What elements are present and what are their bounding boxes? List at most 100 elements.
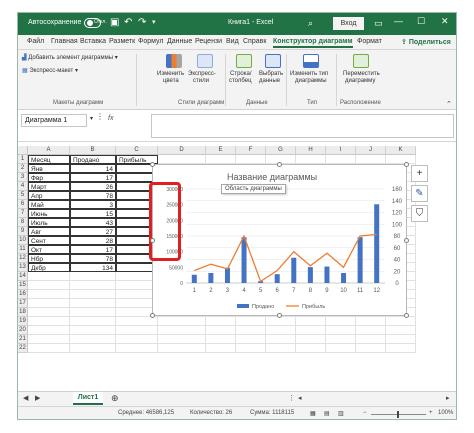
cell[interactable] xyxy=(28,344,70,353)
column-header-f[interactable]: F xyxy=(236,146,266,155)
cell[interactable] xyxy=(70,308,116,317)
cell[interactable] xyxy=(116,326,158,335)
zoom-level[interactable]: 100% xyxy=(438,410,453,416)
cell[interactable] xyxy=(326,317,356,326)
cell[interactable]: 78 xyxy=(70,191,116,200)
cell[interactable] xyxy=(158,335,206,344)
close-icon[interactable]: ✕ xyxy=(441,16,449,27)
quick-styles-button[interactable]: Экспресс- xyxy=(188,71,216,77)
cell[interactable] xyxy=(296,326,326,335)
cell[interactable] xyxy=(236,326,266,335)
chart-filters-button[interactable]: ⛉ xyxy=(411,205,428,222)
cell[interactable]: Март xyxy=(28,182,70,191)
row-header-4[interactable]: 4 xyxy=(18,182,28,191)
cell[interactable] xyxy=(70,344,116,353)
cell[interactable]: 14 xyxy=(70,164,116,173)
cell[interactable] xyxy=(70,326,116,335)
cell[interactable] xyxy=(236,155,266,164)
change-chart-type-button[interactable]: Изменить тип xyxy=(290,71,328,77)
cell[interactable] xyxy=(386,344,416,353)
move-chart-button[interactable]: Переместить xyxy=(343,71,380,77)
cell[interactable] xyxy=(356,155,386,164)
cell[interactable]: 17 xyxy=(70,245,116,254)
column-header-d[interactable]: D xyxy=(158,146,206,155)
sheet-tab[interactable]: Лист1 xyxy=(73,392,103,405)
tab-layout[interactable]: Разметк xyxy=(109,38,135,45)
autosave-toggle[interactable]: Откл. xyxy=(84,18,107,28)
cell[interactable]: Окт xyxy=(28,245,70,254)
row-header-21[interactable]: 21 xyxy=(18,335,28,344)
zoom-in-button[interactable]: + xyxy=(429,410,433,416)
row-header-5[interactable]: 5 xyxy=(18,191,28,200)
cell[interactable] xyxy=(386,317,416,326)
cell[interactable]: 15 xyxy=(70,209,116,218)
column-header-j[interactable]: J xyxy=(356,146,386,155)
resize-handle[interactable] xyxy=(277,313,282,318)
row-header-8[interactable]: 8 xyxy=(18,218,28,227)
cell[interactable] xyxy=(356,335,386,344)
column-header-a[interactable]: A xyxy=(28,146,70,155)
scroll-right-icon[interactable]: ▸ xyxy=(446,394,450,402)
cell[interactable] xyxy=(326,326,356,335)
switch-row-column-button[interactable]: Строка/ xyxy=(230,71,252,77)
fx-label[interactable]: fx xyxy=(108,115,113,122)
row-header-13[interactable]: 13 xyxy=(18,263,28,272)
tab-view[interactable]: Вид xyxy=(226,38,239,45)
resize-handle[interactable] xyxy=(277,162,282,167)
cell[interactable]: Янв xyxy=(28,164,70,173)
cell[interactable] xyxy=(70,317,116,326)
cell[interactable]: 3 xyxy=(70,200,116,209)
cell[interactable] xyxy=(296,317,326,326)
cell[interactable] xyxy=(266,335,296,344)
column-header-e[interactable]: E xyxy=(206,146,236,155)
tab-data[interactable]: Данные xyxy=(167,38,192,45)
cell[interactable]: Сент xyxy=(28,236,70,245)
tab-chart-design[interactable]: Конструктор диаграмм xyxy=(273,38,353,48)
cell[interactable] xyxy=(356,344,386,353)
cell[interactable] xyxy=(386,155,416,164)
cell[interactable]: Июнь xyxy=(28,209,70,218)
row-header-19[interactable]: 19 xyxy=(18,317,28,326)
cell[interactable] xyxy=(266,317,296,326)
column-header-c[interactable]: C xyxy=(116,146,158,155)
minimize-icon[interactable]: — xyxy=(394,16,403,26)
cell[interactable] xyxy=(70,290,116,299)
cell[interactable]: 78 xyxy=(70,254,116,263)
customize-toolbar-icon[interactable]: ▾ xyxy=(152,17,156,29)
row-header-22[interactable]: 22 xyxy=(18,344,28,353)
cell[interactable] xyxy=(158,317,206,326)
cell[interactable] xyxy=(70,299,116,308)
cell[interactable] xyxy=(326,344,356,353)
cell[interactable] xyxy=(236,317,266,326)
row-header-10[interactable]: 10 xyxy=(18,236,28,245)
cell[interactable]: Апр xyxy=(28,191,70,200)
page-break-icon[interactable]: ▥ xyxy=(338,410,344,417)
cell[interactable] xyxy=(70,335,116,344)
name-box-dropdown-icon[interactable]: ▾ xyxy=(90,115,93,122)
login-button[interactable]: Вход xyxy=(333,17,364,30)
select-data-button[interactable]: Выбрать xyxy=(259,71,283,77)
chart-styles-button[interactable]: ✎ xyxy=(411,185,428,202)
resize-handle[interactable] xyxy=(404,162,409,167)
scroll-left-icon[interactable]: ◂ xyxy=(298,394,302,402)
row-header-3[interactable]: 3 xyxy=(18,173,28,182)
cell[interactable] xyxy=(70,272,116,281)
cell[interactable]: 43 xyxy=(70,218,116,227)
select-all-corner[interactable] xyxy=(18,146,28,155)
cell[interactable] xyxy=(356,326,386,335)
cell[interactable] xyxy=(266,326,296,335)
resize-handle[interactable] xyxy=(150,162,155,167)
column-header-i[interactable]: I xyxy=(326,146,356,155)
tab-review[interactable]: Рецензи xyxy=(195,38,222,45)
resize-handle[interactable] xyxy=(404,313,409,318)
tab-format[interactable]: Формат xyxy=(357,38,382,45)
cell[interactable]: Фвр xyxy=(28,173,70,182)
cell[interactable] xyxy=(236,344,266,353)
row-header-7[interactable]: 7 xyxy=(18,209,28,218)
cell[interactable] xyxy=(386,335,416,344)
add-chart-element-button[interactable]: ▟ Добавить элемент диаграммы ▾ xyxy=(22,54,118,61)
cell[interactable] xyxy=(70,281,116,290)
cell[interactable] xyxy=(206,317,236,326)
zoom-slider[interactable] xyxy=(371,411,426,418)
cell[interactable] xyxy=(266,344,296,353)
